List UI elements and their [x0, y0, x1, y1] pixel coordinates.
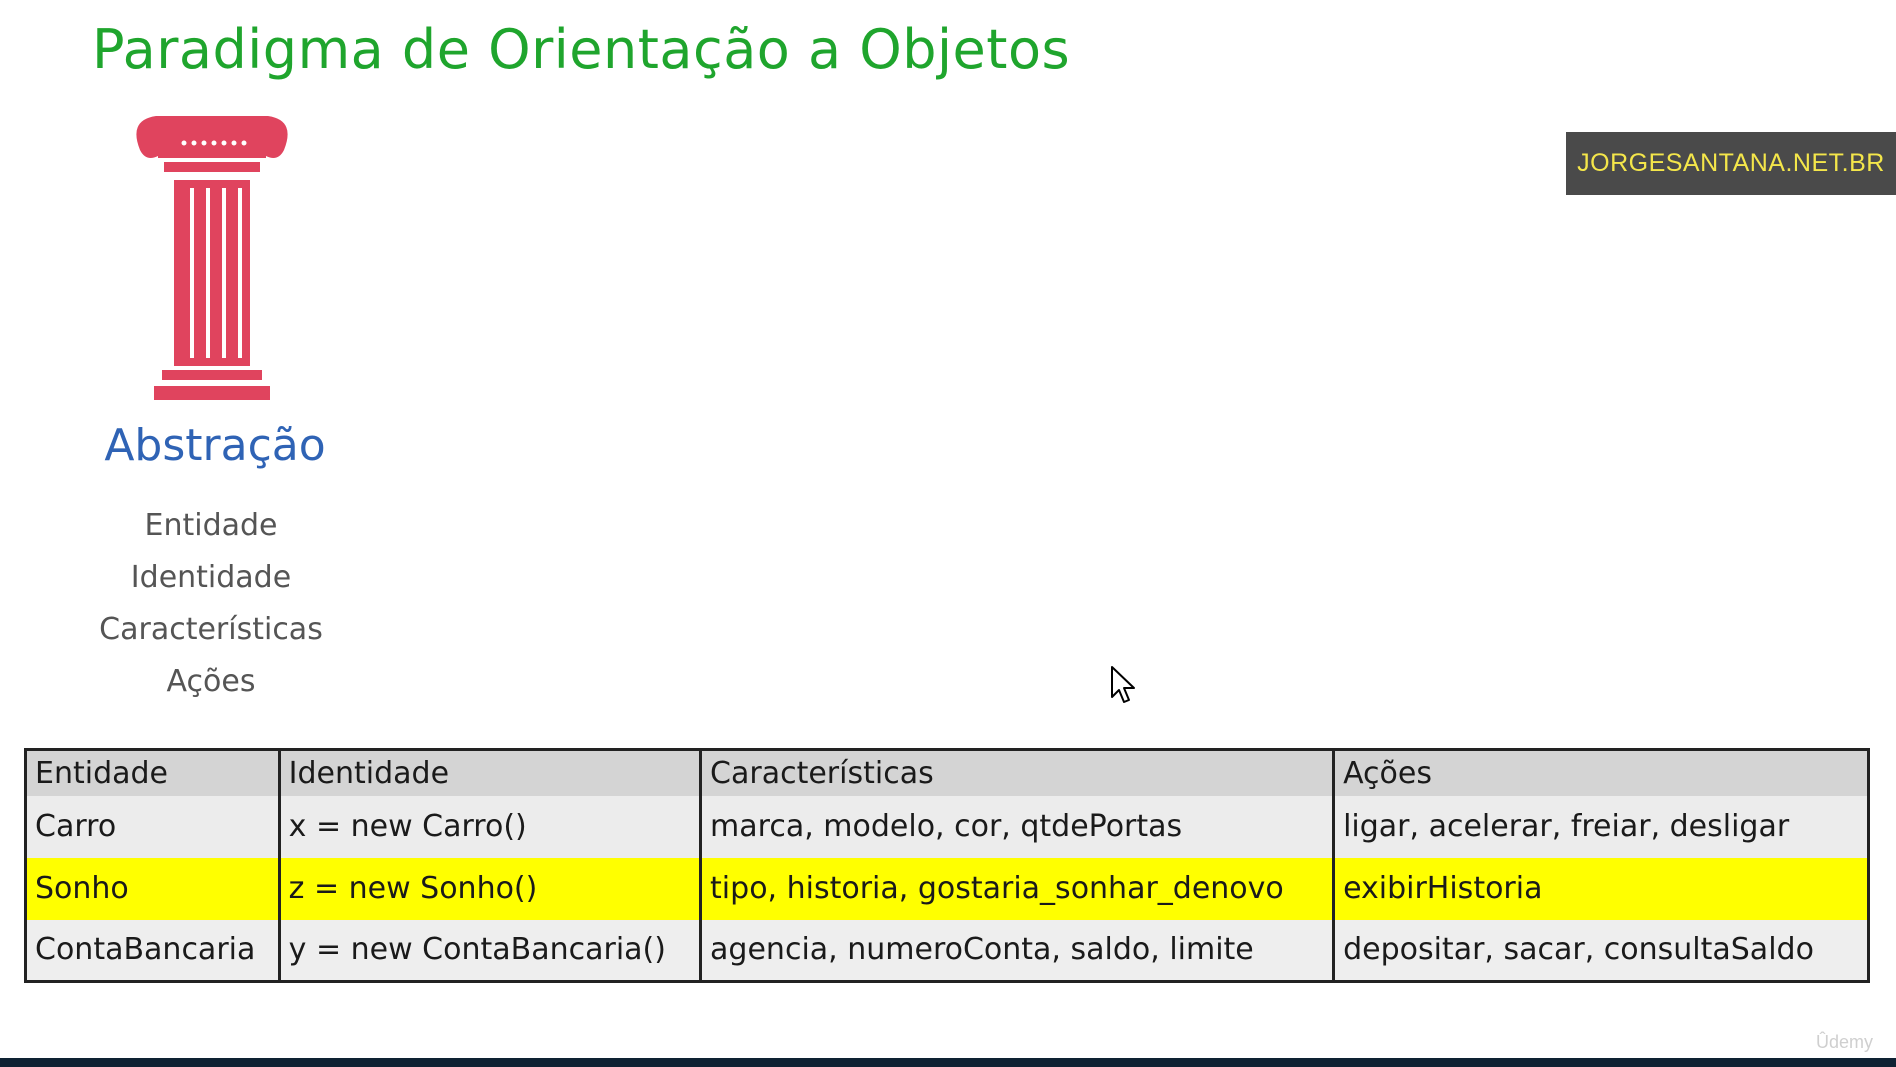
table-cell: x = new Carro() [277, 795, 703, 858]
table-cell: ContaBancaria [24, 919, 281, 982]
abstraction-table: Entidade Identidade Características Açõe… [24, 748, 1870, 983]
table-cell: Sonho [24, 857, 281, 920]
column-header: Entidade [24, 749, 281, 796]
table-row-highlighted: Sonho z = new Sonho() tipo, historia, go… [24, 857, 1870, 920]
table-cell: z = new Sonho() [277, 857, 703, 920]
concept-item: Entidade [144, 508, 278, 543]
column-header: Ações [1332, 749, 1870, 796]
table-cell: Carro [24, 795, 281, 858]
table-row: Carro x = new Carro() marca, modelo, cor… [24, 795, 1870, 858]
pillar-icon [136, 116, 288, 400]
column-header: Características [699, 749, 1336, 796]
table-cell: agencia, numeroConta, saldo, limite [699, 919, 1336, 982]
concept-list: Entidade Identidade Características Açõe… [60, 500, 362, 708]
slide-title: Paradigma de Orientação a Objetos [92, 18, 1071, 81]
column-header: Identidade [277, 749, 703, 796]
table-cell: exibirHistoria [1332, 857, 1870, 920]
watermark-label: JORGESANTANA.NET.BR [1566, 132, 1896, 195]
table-cell: marca, modelo, cor, qtdePortas [699, 795, 1336, 858]
data-table: Entidade Identidade Características Açõe… [24, 748, 1870, 983]
mouse-cursor-icon [1111, 666, 1135, 703]
table-cell: y = new ContaBancaria() [277, 919, 703, 982]
table-cell: ligar, acelerar, freiar, desligar [1332, 795, 1870, 858]
concept-item: Identidade [130, 560, 292, 595]
table-row: ContaBancaria y = new ContaBancaria() ag… [24, 919, 1870, 982]
table-cell: tipo, historia, gostaria_sonhar_denovo [699, 857, 1336, 920]
concept-item: Ações [166, 664, 256, 699]
table-header-row: Entidade Identidade Características Açõe… [24, 749, 1870, 796]
player-bottom-bar [0, 1058, 1896, 1067]
table-cell: depositar, sacar, consultaSaldo [1332, 919, 1870, 982]
pillar-title: Abstração [104, 420, 326, 471]
udemy-watermark: Ûdemy [1816, 1032, 1874, 1052]
concept-item: Características [99, 612, 323, 647]
